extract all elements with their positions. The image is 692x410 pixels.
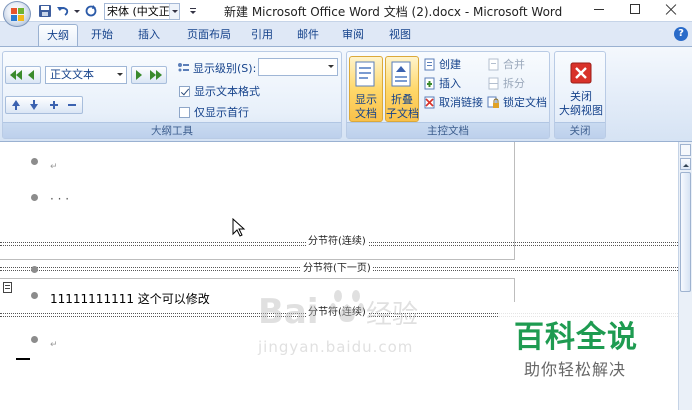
body-paragraph[interactable]: 11111111111 这个可以修改	[50, 290, 210, 307]
tab-insert[interactable]: 插入	[131, 24, 167, 46]
collapse-subdocuments-button[interactable]: 折叠 子文档	[385, 56, 419, 122]
insert-subdocument-button[interactable]: 插入	[423, 75, 461, 91]
section-break-next-page: 分节符(下一页)	[301, 263, 373, 275]
tab-mailings[interactable]: 邮件	[290, 24, 326, 46]
merge-subdocument-button[interactable]: 合并	[487, 56, 525, 72]
first-line-only-row[interactable]: 仅显示首行	[179, 104, 249, 120]
help-icon[interactable]: ?	[674, 27, 688, 41]
show-text-format-checkbox[interactable]	[179, 85, 190, 97]
section-break-continuous: 分节符(连续)	[306, 236, 368, 248]
collapse-subdocument-icon	[389, 60, 415, 90]
paragraph-mark: ↵	[50, 162, 58, 172]
show-document-icon	[353, 60, 379, 90]
move-expand-buttons	[5, 96, 83, 114]
subdoc-frame	[0, 278, 515, 279]
baidu-paw-icon	[330, 290, 364, 322]
outline-bullet[interactable]	[31, 336, 38, 343]
tab-references[interactable]: 引用	[244, 24, 280, 46]
outline-bullet[interactable]	[31, 266, 38, 273]
scroll-up-icon[interactable]	[680, 158, 691, 170]
promote-to-heading1-button[interactable]	[5, 66, 41, 84]
mouse-pointer-icon	[232, 218, 246, 237]
redo-icon[interactable]	[84, 4, 98, 18]
minimize-button[interactable]	[584, 0, 614, 20]
show-text-format-row[interactable]: 显示文本格式	[179, 83, 260, 99]
save-icon[interactable]	[38, 4, 52, 18]
create-subdocument-button[interactable]: 创建	[423, 56, 461, 72]
double-arrow-left-icon	[10, 70, 34, 80]
group-close: 关闭 大纲视图 关闭	[554, 51, 606, 139]
brand-title: 百科全说	[514, 320, 638, 355]
subdocument-icon[interactable]	[3, 282, 12, 293]
chevron-down-icon[interactable]	[169, 3, 179, 19]
lock-document-button[interactable]: 锁定文档	[487, 94, 547, 110]
maximize-button[interactable]	[620, 0, 650, 20]
maximize-icon	[630, 4, 640, 14]
paragraph-mark: ↵	[50, 340, 58, 350]
demote-to-body-button[interactable]	[131, 66, 167, 84]
customize-qat-icon[interactable]	[188, 4, 198, 18]
show-level-icon	[178, 63, 189, 72]
insert-icon	[423, 77, 436, 90]
tab-home[interactable]: 开始	[84, 24, 120, 46]
outline-level-select[interactable]: 正文文本	[45, 66, 127, 84]
baidu-watermark: Bai 经验 jingyan.baidu.com	[258, 282, 458, 372]
show-level-label: 显示级别(S):	[193, 62, 257, 75]
ribbon: 正文文本 显示级别(S): 显示文本格式 仅显示首行 大纲工具 显示 文档 折叠…	[0, 46, 692, 142]
ellipsis-text: · · ·	[50, 192, 70, 206]
double-arrow-right-icon	[136, 70, 162, 80]
scroll-thumb[interactable]	[680, 172, 691, 292]
vertical-scrollbar[interactable]	[678, 142, 692, 410]
group-label-close: 关闭	[555, 122, 605, 138]
chevron-down-icon[interactable]	[325, 59, 337, 75]
tab-view[interactable]: 视图	[382, 24, 418, 46]
show-document-button[interactable]: 显示 文档	[349, 56, 383, 122]
close-outline-icon	[570, 62, 592, 84]
show-text-format-label: 显示文本格式	[194, 85, 260, 98]
brand-subtitle: 助你轻松解决	[524, 360, 627, 379]
show-level-row: 显示级别(S):	[177, 60, 256, 76]
undo-dropdown-icon[interactable]	[74, 4, 80, 18]
quick-access-toolbar: 宋体 (中文正文	[38, 2, 198, 20]
minimize-icon	[594, 9, 604, 10]
window-title: 新建 Microsoft Office Word 文档 (2).docx - M…	[224, 5, 563, 19]
unlink-icon	[423, 96, 436, 109]
tab-outline[interactable]: 大纲	[38, 24, 78, 46]
group-label-outline-tools: 大纲工具	[3, 122, 341, 138]
ribbon-tabs: 大纲 开始 插入 页面布局 引用 邮件 审阅 视图 ?	[0, 22, 692, 46]
office-button[interactable]	[3, 1, 31, 27]
font-name-box[interactable]: 宋体 (中文正文	[104, 2, 180, 20]
outline-bullet[interactable]	[31, 292, 38, 299]
office-logo-icon	[11, 8, 24, 21]
group-master-document: 显示 文档 折叠 子文档 创建 插入 取消链接 合并 拆分 锁定文档 主控文档	[346, 51, 550, 139]
end-of-document-marker	[16, 358, 30, 360]
close-window-button[interactable]	[656, 0, 686, 20]
brand-watermark: 百科全说 助你轻松解决	[498, 306, 678, 410]
lock-icon	[487, 96, 500, 109]
first-line-only-label: 仅显示首行	[194, 106, 249, 119]
close-outline-view-button[interactable]: 关闭 大纲视图	[559, 56, 603, 122]
tab-page-layout[interactable]: 页面布局	[180, 24, 238, 46]
split-icon	[487, 77, 500, 90]
outline-bullet[interactable]	[31, 194, 38, 201]
title-bar: 宋体 (中文正文 新建 Microsoft Office Word 文档 (2)…	[0, 0, 692, 27]
group-label-master-document: 主控文档	[347, 122, 549, 138]
show-level-select[interactable]	[258, 58, 338, 76]
group-outline-tools: 正文文本 显示级别(S): 显示文本格式 仅显示首行 大纲工具	[2, 51, 342, 139]
chevron-down-icon[interactable]	[114, 67, 126, 83]
ruler-toggle-icon[interactable]	[680, 144, 691, 156]
outline-bullet[interactable]	[31, 158, 38, 165]
unlink-subdocument-button[interactable]: 取消链接	[423, 94, 483, 110]
undo-icon[interactable]	[56, 4, 70, 18]
split-subdocument-button[interactable]: 拆分	[487, 75, 525, 91]
tab-review[interactable]: 审阅	[335, 24, 371, 46]
first-line-only-checkbox[interactable]	[179, 106, 190, 118]
merge-icon	[487, 58, 500, 71]
create-icon	[423, 58, 436, 71]
